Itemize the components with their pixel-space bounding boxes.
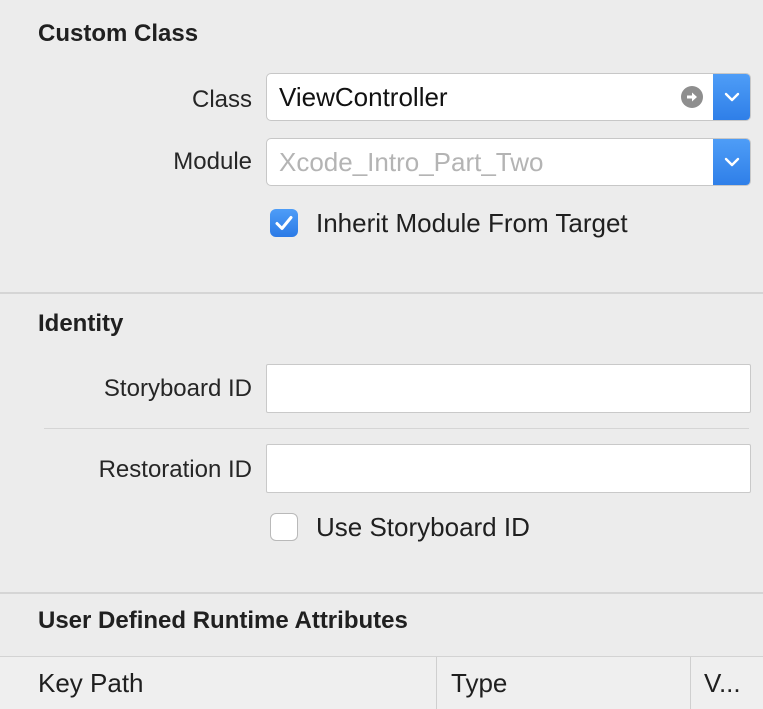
section-divider [0,592,763,594]
column-separator[interactable] [690,657,691,709]
identity-section-title: Identity [38,310,124,337]
module-combo-box[interactable]: Xcode_Intro_Part_Two [266,138,751,186]
module-placeholder[interactable]: Xcode_Intro_Part_Two [279,139,544,185]
storyboard-id-field[interactable] [266,364,751,413]
module-label: Module [173,148,252,175]
column-header-key-path[interactable]: Key Path [38,657,144,709]
class-dropdown-button[interactable] [713,74,750,120]
class-combo-box[interactable]: ViewController [266,73,751,121]
column-header-value[interactable]: V... [704,657,741,709]
section-divider [0,292,763,294]
inherit-module-label[interactable]: Inherit Module From Target [316,208,628,239]
goto-arrow-icon[interactable] [681,86,703,108]
field-divider [44,428,749,429]
class-value[interactable]: ViewController [279,74,448,120]
class-label: Class [191,86,252,113]
use-storyboard-id-checkbox[interactable] [270,513,298,541]
checkmark-icon [275,216,293,230]
identity-inspector-panel: Custom Class Class ViewController Module… [0,0,763,709]
chevron-down-icon [724,157,739,167]
module-dropdown-button[interactable] [713,139,750,185]
column-header-type[interactable]: Type [451,657,507,709]
column-separator[interactable] [436,657,437,709]
storyboard-id-label: Storyboard ID [103,375,252,402]
runtime-attributes-table-header: Key Path Type V... [0,656,763,709]
inherit-module-checkbox[interactable] [270,209,298,237]
chevron-down-icon [724,92,739,102]
custom-class-section-title: Custom Class [38,20,199,47]
restoration-id-label: Restoration ID [98,456,252,483]
restoration-id-field[interactable] [266,444,751,493]
runtime-attributes-section-title: User Defined Runtime Attributes [38,607,408,634]
use-storyboard-id-label[interactable]: Use Storyboard ID [316,512,530,543]
